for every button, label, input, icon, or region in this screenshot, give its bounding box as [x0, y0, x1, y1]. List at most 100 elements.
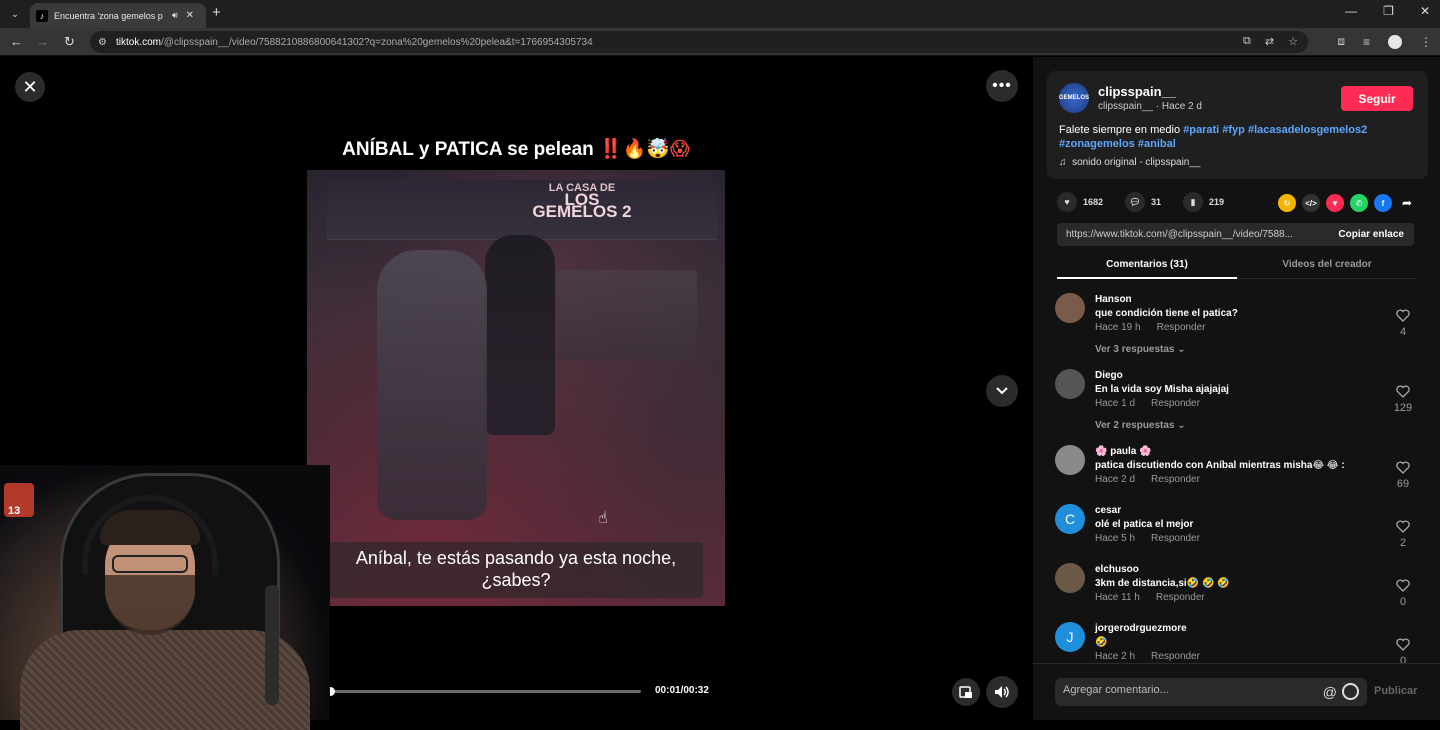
commenter-name[interactable]: elchusoo [1095, 564, 1139, 575]
save-button[interactable]: ▮ [1183, 192, 1204, 212]
reply-button[interactable]: Responder [1157, 322, 1206, 333]
whatsapp-icon[interactable]: ✆ [1350, 194, 1368, 212]
chevron-down-icon: ⌄ [1177, 344, 1186, 355]
hashtag-link[interactable]: #zonagemelos [1059, 138, 1135, 150]
send-to-friend-icon[interactable]: ▼ [1326, 194, 1344, 212]
comment-like-icon[interactable] [1395, 520, 1411, 533]
browser-menu-icon[interactable]: ⋮ [1420, 35, 1432, 49]
chevron-down-icon [996, 387, 1008, 395]
commenter-avatar[interactable]: C [1055, 504, 1085, 534]
tab-comments[interactable]: Comentarios (31) [1057, 259, 1237, 270]
commenter-avatar[interactable]: J [1055, 622, 1085, 652]
comment-like-icon[interactable] [1395, 461, 1411, 474]
post-comment-button[interactable]: Publicar [1374, 685, 1417, 697]
comment-meta: Hace 2 d Responder [1095, 474, 1200, 485]
creator-avatar[interactable]: GEMELOS [1059, 83, 1089, 113]
comment-time: Hace 5 h [1095, 533, 1136, 544]
video-player[interactable]: ANÍBAL y PATICA se pelean ‼️🔥🤯😱 LA CASA … [307, 57, 725, 720]
volume-icon [995, 686, 1009, 698]
reply-button[interactable]: Responder [1151, 474, 1200, 485]
more-options-button[interactable]: ••• [986, 70, 1018, 102]
bookmark-star-icon[interactable]: ☆ [1288, 35, 1298, 48]
audio-playing-icon[interactable]: 🔊︎ [172, 10, 178, 21]
comment-like-icon[interactable] [1395, 638, 1411, 651]
translate-icon[interactable]: ⇄ [1265, 35, 1274, 48]
creator-name[interactable]: clipsspain__ [1098, 84, 1176, 99]
tab-search-menu-icon[interactable]: ⌄ [6, 5, 24, 23]
comment-input-box[interactable]: @ [1055, 678, 1367, 706]
share-arrow-icon[interactable]: ➦ [1398, 194, 1416, 212]
next-video-button[interactable] [986, 375, 1018, 407]
commenter-avatar[interactable] [1055, 293, 1085, 323]
sound-name: sonido original - clipsspain__ [1072, 157, 1201, 168]
new-tab-button[interactable]: + [212, 5, 221, 21]
reply-button[interactable]: Responder [1151, 398, 1200, 409]
chevron-down-icon: ⌄ [1177, 420, 1186, 431]
reply-button[interactable]: Responder [1156, 592, 1205, 603]
browser-tab[interactable]: ♪ Encuentra 'zona gemelos p 🔊︎ ✕ [30, 3, 206, 28]
copy-link-button[interactable]: Copiar enlace [1338, 229, 1404, 240]
window-close-icon[interactable]: ✕ [1420, 4, 1430, 18]
commenter-name[interactable]: jorgerodrguezmore [1095, 623, 1187, 634]
hashtag-link[interactable]: #anibal [1138, 138, 1176, 150]
like-button[interactable]: ♥ [1057, 192, 1077, 212]
follow-button[interactable]: Seguir [1341, 86, 1413, 111]
progress-bar[interactable] [319, 687, 641, 696]
commenter-name[interactable]: Hanson [1095, 294, 1132, 305]
tab-close-icon[interactable]: ✕ [186, 10, 194, 21]
pip-button[interactable] [952, 678, 980, 706]
back-icon[interactable]: ← [10, 34, 23, 49]
profile-avatar-icon[interactable] [1388, 34, 1402, 49]
commenter-name[interactable]: 🌸 paula 🌸 [1095, 446, 1152, 457]
minimize-icon[interactable]: — [1345, 4, 1357, 18]
active-tab-indicator [1057, 277, 1237, 279]
sound-link[interactable]: ♫ sonido original - clipsspain__ [1059, 157, 1200, 168]
url-bar[interactable]: ⚙ tiktok.com/@clipsspain__/video/7588210… [90, 31, 1308, 53]
view-replies-button[interactable]: Ver 2 respuestas ⌄ [1095, 420, 1186, 431]
comment-text: patica discutiendo con Aníbal mientras m… [1095, 460, 1345, 471]
emoji-icon[interactable] [1342, 683, 1359, 700]
video-info-card: GEMELOS clipsspain__ clipsspain__ · Hace… [1047, 71, 1428, 179]
video-link-text[interactable]: https://www.tiktok.com/@clipsspain__/vid… [1066, 229, 1321, 240]
close-video-button[interactable]: ✕ [15, 72, 45, 102]
comment-like-icon[interactable] [1395, 309, 1411, 322]
commenter-avatar[interactable] [1055, 445, 1085, 475]
music-note-icon: ♫ [1059, 157, 1067, 168]
view-replies-button[interactable]: Ver 3 respuestas ⌄ [1095, 344, 1186, 355]
mention-icon[interactable]: @ [1323, 684, 1337, 700]
reload-icon[interactable]: ↻ [64, 34, 75, 50]
scene-person-patterned [377, 250, 487, 520]
media-controls-icon[interactable]: ≡ [1363, 35, 1370, 49]
repost-icon[interactable]: ↻ [1278, 194, 1296, 212]
install-app-icon[interactable]: ⧉ [1243, 35, 1251, 48]
commenter-avatar[interactable] [1055, 563, 1085, 593]
hashtag-link[interactable]: #lacasadelosgemelos2 [1248, 124, 1367, 136]
tab-creator-videos[interactable]: Videos del creador [1237, 259, 1417, 270]
facebook-icon[interactable]: f [1374, 194, 1392, 212]
comment-meta: Hace 5 h Responder [1095, 533, 1200, 544]
comment-text: olé el patica el mejor [1095, 519, 1194, 530]
commenter-name[interactable]: cesar [1095, 505, 1121, 516]
comment-like-icon[interactable] [1395, 385, 1411, 398]
comment-button[interactable]: 💬︎ [1125, 192, 1146, 212]
comment-input[interactable] [1063, 684, 1303, 696]
volume-button[interactable] [986, 676, 1018, 708]
reply-button[interactable]: Responder [1151, 533, 1200, 544]
subtitle-line-1: Aníbal, te estás pasando ya esta noche, [355, 548, 677, 568]
comment-text: 3km de distancia,si🤣 🤣 🤣 [1095, 578, 1230, 589]
embed-icon[interactable]: </> [1302, 194, 1320, 212]
hashtag-link[interactable]: #parati [1183, 124, 1219, 136]
comment-meta: Hace 11 h Responder [1095, 592, 1205, 603]
comment-text: En la vida soy Misha ajajajaj [1095, 384, 1229, 395]
hashtag-link[interactable]: #fyp [1222, 124, 1245, 136]
restore-icon[interactable]: ❐ [1383, 4, 1394, 18]
forward-icon[interactable]: → [36, 34, 49, 49]
site-info-icon[interactable]: ⚙ [98, 37, 116, 48]
commenter-name[interactable]: Diego [1095, 370, 1123, 381]
extensions-icon[interactable]: ⧈ [1337, 34, 1345, 49]
video-description: Falete siempre en medio #parati #fyp #la… [1059, 123, 1414, 151]
comment-like-icon[interactable] [1395, 579, 1411, 592]
reply-button[interactable]: Responder [1151, 651, 1200, 662]
engagement-actions: ♥ 1682 💬︎ 31 ▮ 219 [1057, 192, 1240, 212]
commenter-avatar[interactable] [1055, 369, 1085, 399]
